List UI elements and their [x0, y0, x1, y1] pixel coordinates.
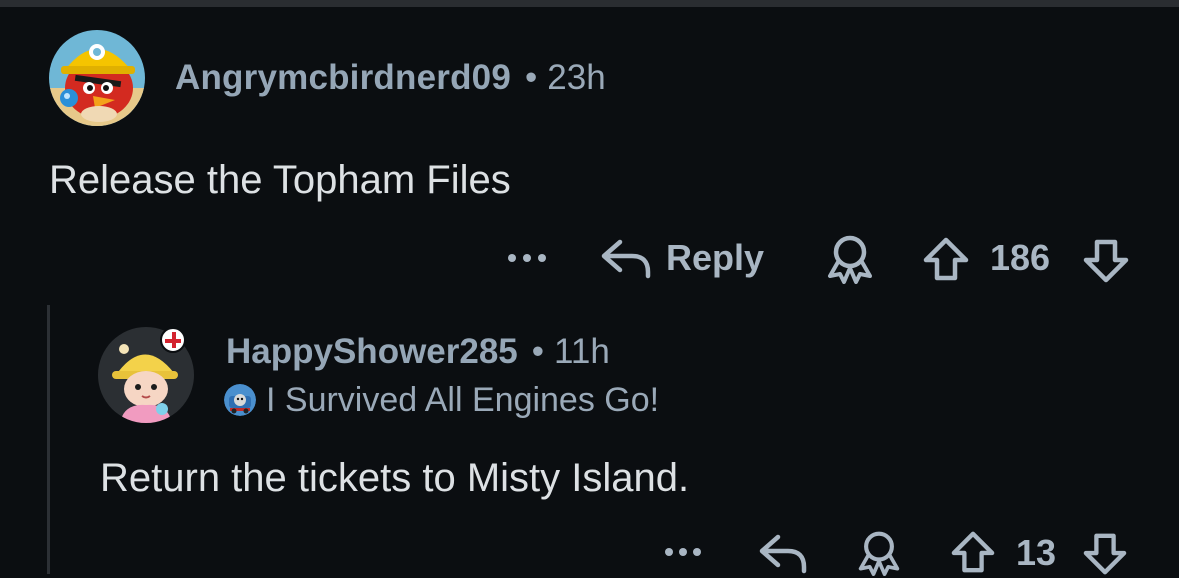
downvote-button[interactable] — [1082, 236, 1130, 286]
upvote-arrow-icon — [951, 531, 995, 573]
award-icon — [858, 531, 900, 576]
comment-meta: HappyShower285 • 11h — [226, 330, 610, 374]
vote-score: 13 — [1016, 528, 1056, 578]
vote-score: 186 — [990, 230, 1050, 286]
more-icon — [665, 548, 701, 556]
train-engine-icon — [224, 384, 256, 416]
username-link[interactable]: HappyShower285 — [226, 332, 518, 371]
reply-button[interactable]: Reply — [600, 230, 764, 286]
comment-body: Release the Topham Files — [49, 158, 511, 202]
meta-separator: • — [525, 58, 538, 97]
reply-label: Reply — [666, 237, 765, 278]
comment-body: Return the tickets to Misty Island. — [100, 456, 690, 500]
downvote-button[interactable] — [1082, 532, 1128, 576]
score-value: 13 — [1016, 532, 1057, 573]
comment-actions: 13 — [0, 528, 1179, 578]
award-button[interactable] — [856, 530, 902, 576]
top-divider — [0, 0, 1179, 7]
upvote-button[interactable] — [922, 234, 970, 284]
angry-bird-miner-avatar-icon — [49, 30, 145, 126]
score-value: 186 — [990, 237, 1051, 278]
reply-icon — [601, 239, 651, 279]
upvote-button[interactable] — [950, 530, 996, 574]
username-link[interactable]: Angrymcbirdnerd09 — [175, 58, 511, 97]
reply-icon — [759, 534, 807, 574]
more-options-button[interactable] — [506, 238, 550, 278]
comment-meta: Angrymcbirdnerd09 • 23h — [175, 56, 606, 100]
downvote-arrow-icon — [1083, 239, 1129, 283]
comment-age: 23h — [547, 58, 606, 97]
award-button[interactable] — [826, 234, 874, 284]
user-flair: I Survived All Engines Go! — [224, 378, 659, 422]
upvote-arrow-icon — [923, 237, 969, 281]
meta-separator: • — [531, 332, 545, 371]
award-icon — [828, 235, 872, 284]
flair-text: I Survived All Engines Go! — [266, 380, 660, 419]
comment-age: 11h — [554, 332, 610, 371]
avatar[interactable] — [49, 30, 145, 126]
reply-button[interactable] — [758, 530, 808, 576]
more-icon — [508, 254, 546, 262]
comment-actions: Reply 186 — [0, 230, 1179, 286]
more-options-button[interactable] — [664, 542, 704, 562]
england-flag-icon — [160, 327, 186, 353]
downvote-arrow-icon — [1083, 533, 1127, 575]
